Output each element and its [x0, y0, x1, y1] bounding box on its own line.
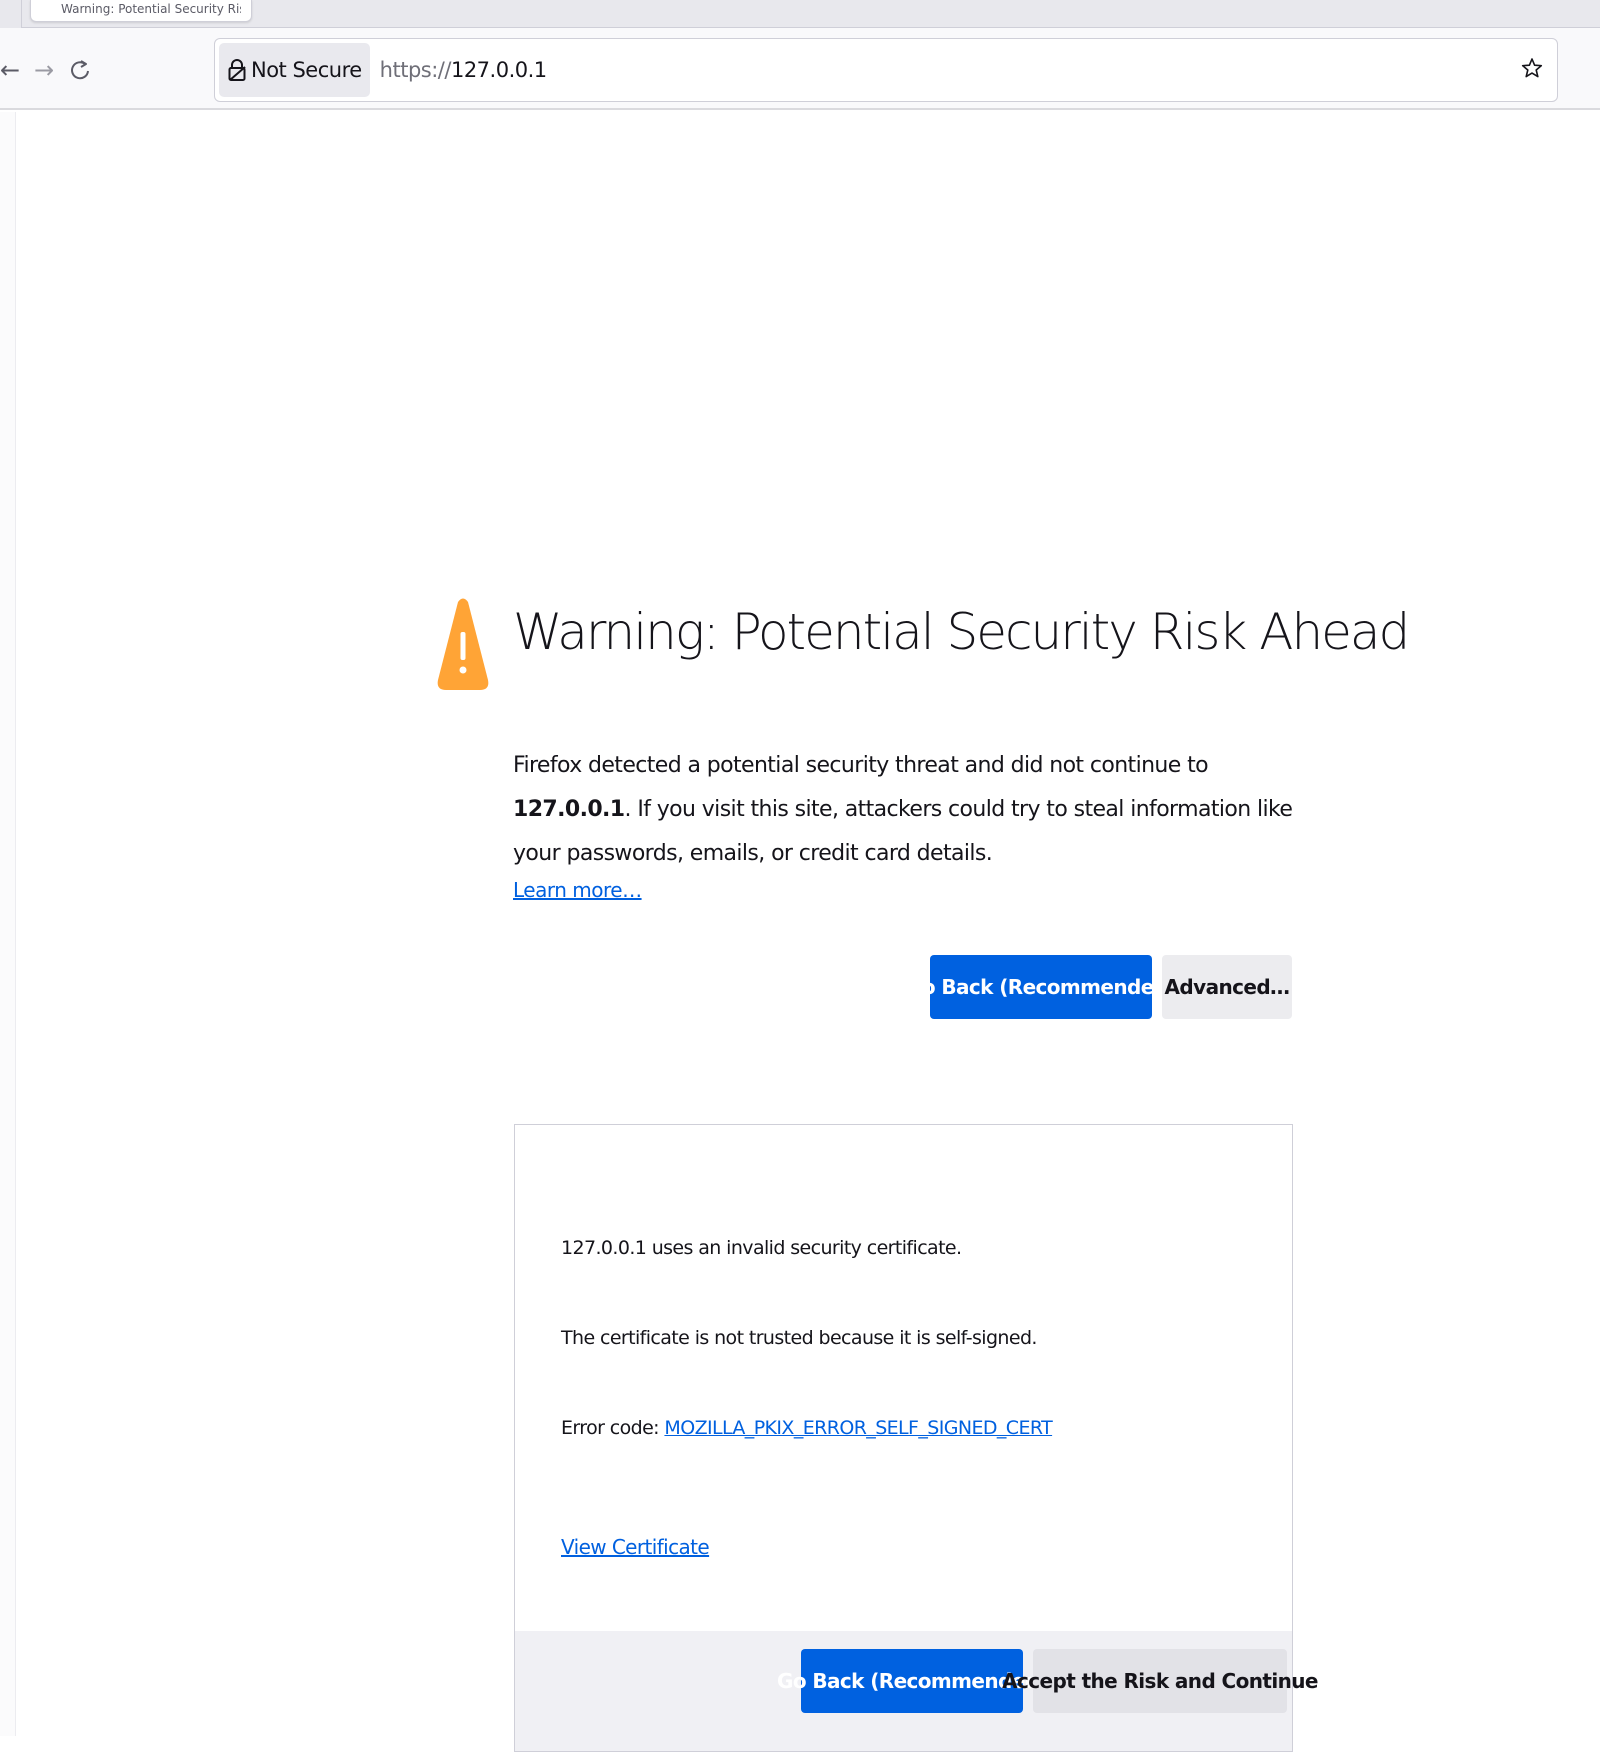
- intro-text-before: Firefox detected a potential security th…: [513, 753, 1209, 778]
- intro-text: Firefox detected a potential security th…: [513, 744, 1303, 876]
- bookmark-button[interactable]: [1517, 53, 1547, 83]
- page-title: Warning: Potential Security Risk Ahead: [513, 603, 1410, 661]
- advanced-panel-footer: Go Back (Recommended) Accept the Risk an…: [515, 1631, 1318, 1751]
- go-back-button-bottom[interactable]: Go Back (Recommended): [777, 1649, 1048, 1713]
- error-code-line: Error code: MOZILLA_PKIX_ERROR_SELF_SIGN…: [561, 1417, 1053, 1439]
- url-bar[interactable]: Not Secure https://127.0.0.1: [214, 38, 1558, 102]
- reload-icon: [71, 60, 89, 80]
- error-code-link[interactable]: MOZILLA_PKIX_ERROR_SELF_SIGNED_CERT: [664, 1417, 1052, 1439]
- forward-button[interactable]: →: [26, 52, 62, 88]
- go-back-button[interactable]: Go Back (Recommended): [906, 955, 1177, 1019]
- star-icon: [1521, 58, 1543, 78]
- learn-more-link[interactable]: Learn more…: [513, 878, 642, 902]
- arrow-left-icon: ←: [0, 56, 21, 84]
- intro-host: 127.0.0.1: [513, 797, 625, 822]
- view-certificate-link[interactable]: View Certificate: [561, 1535, 710, 1559]
- accept-risk-button[interactable]: Accept the Risk and Continue: [1002, 1649, 1318, 1713]
- self-signed-text: The certificate is not trusted because i…: [561, 1327, 1037, 1349]
- site-identity-button[interactable]: Not Secure: [219, 43, 370, 97]
- arrow-right-icon: →: [33, 56, 55, 84]
- tab-title: Warning: Potential Security Risk Ahead: [61, 2, 241, 16]
- tab-strip: Warning: Potential Security Risk Ahead: [0, 0, 1600, 28]
- active-tab[interactable]: Warning: Potential Security Risk Ahead: [30, 0, 252, 22]
- warning-triangle-icon: [437, 598, 489, 690]
- insecure-lock-icon: [228, 59, 246, 81]
- advanced-button[interactable]: Advanced…: [1162, 955, 1292, 1019]
- url-host: 127.0.0.1: [450, 58, 547, 82]
- tab-list-edge[interactable]: [0, 0, 22, 28]
- url-scheme: https://: [379, 58, 452, 82]
- page-content: Warning: Potential Security Risk Ahead F…: [0, 112, 1600, 1752]
- intro-text-after: . If you visit this site, attackers coul…: [513, 797, 1293, 866]
- not-secure-label: Not Secure: [251, 58, 362, 82]
- error-code-prefix: Error code:: [561, 1417, 665, 1439]
- invalid-cert-text: 127.0.0.1 uses an invalid security certi…: [561, 1237, 962, 1259]
- back-button[interactable]: ←: [0, 52, 28, 88]
- page-left-edge: [0, 112, 16, 1736]
- reload-button[interactable]: [62, 52, 98, 88]
- advanced-panel: 127.0.0.1 uses an invalid security certi…: [514, 1124, 1318, 1752]
- url-text[interactable]: https://127.0.0.1: [380, 58, 547, 82]
